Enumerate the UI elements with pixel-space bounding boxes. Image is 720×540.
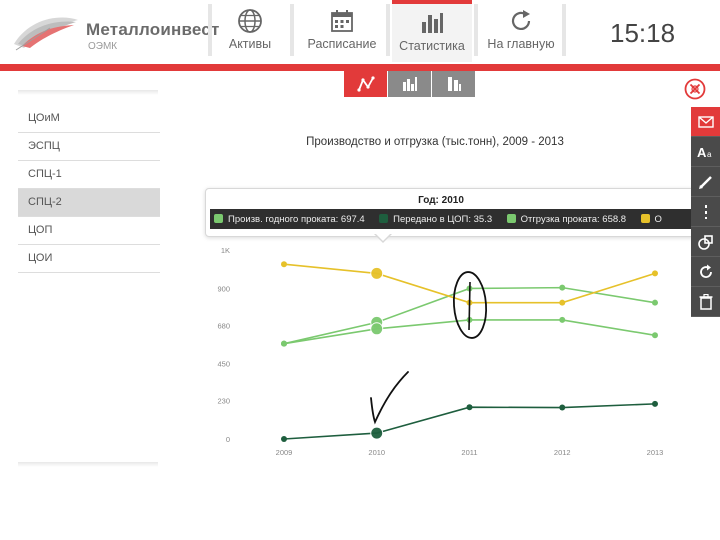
dashed-line-button[interactable] <box>691 197 720 227</box>
data-point <box>652 299 658 306</box>
x-tick-label: 2012 <box>554 448 571 457</box>
data-point <box>559 284 566 291</box>
shapes-button[interactable] <box>691 227 720 257</box>
shapes-icon <box>697 234 713 250</box>
data-point <box>281 340 287 347</box>
svg-text:A: A <box>697 145 707 159</box>
tooltip-item: Произв. годного проката: 697.4 <box>210 210 371 229</box>
mail-button[interactable] <box>691 107 720 137</box>
rotate-button[interactable] <box>691 257 720 287</box>
chart-tooltip: Год: 2010 Произв. годного проката: 697.4… <box>205 188 720 243</box>
tooltip-item: О <box>637 210 668 229</box>
tooltip-item-text: Отгрузка проката: 658.8 <box>520 214 627 225</box>
legend-swatch <box>640 214 650 223</box>
x-tick-label: 2010 <box>368 448 385 457</box>
data-point <box>281 436 287 442</box>
x-tick-label: 2013 <box>647 448 664 457</box>
data-point <box>370 426 384 440</box>
data-point <box>559 316 566 323</box>
data-point <box>370 266 384 280</box>
data-point <box>559 299 566 306</box>
mail-icon <box>697 115 714 128</box>
x-tick-label: 2009 <box>276 448 293 457</box>
y-tick-label: 680 <box>217 321 230 330</box>
tooltip-pointer-fill <box>375 233 391 241</box>
font-size-button[interactable]: Aa <box>691 137 720 167</box>
handwritten-checkmark <box>370 371 409 425</box>
tooltip-item: Отгрузка проката: 658.8 <box>503 210 633 229</box>
font-size-icon: Aa <box>697 145 712 159</box>
legend-swatch <box>379 214 389 223</box>
tooltip-values: Произв. годного проката: 697.4 Передано … <box>210 209 720 229</box>
rotate-icon <box>699 264 712 278</box>
data-point <box>370 322 384 336</box>
tooltip-item-text: Передано в ЦОП: 35.3 <box>393 214 493 225</box>
line-chart: 0 230 450 680 900 1K 2009 2010 2011 2012 2013 <box>217 246 664 457</box>
annotation-toolbar: Aa <box>691 107 720 317</box>
legend-swatch <box>506 214 516 223</box>
x-tick-label: 2011 <box>461 448 477 457</box>
tooltip-title: Год: 2010 <box>418 195 464 206</box>
tooltip-item-text: О <box>654 214 662 225</box>
data-point <box>281 261 287 268</box>
y-tick-label: 450 <box>217 360 230 369</box>
data-point <box>652 270 658 277</box>
y-tick-label: 230 <box>217 397 230 406</box>
tooltip-item-text: Произв. годного проката: 697.4 <box>228 214 365 225</box>
legend-swatch <box>214 214 223 223</box>
y-tick-label: 900 <box>217 284 230 293</box>
pen-icon <box>698 175 712 189</box>
data-point <box>652 400 658 407</box>
y-tick-label: 0 <box>226 435 230 444</box>
svg-text:a: a <box>707 150 712 159</box>
trash-icon <box>699 293 712 310</box>
data-point <box>466 404 473 411</box>
tooltip-item: Передано в ЦОП: 35.3 <box>375 210 498 229</box>
y-tick-label: 1K <box>221 246 230 255</box>
dashed-line-icon <box>704 204 707 219</box>
trash-button[interactable] <box>691 287 720 317</box>
handwritten-stroke-mark <box>468 281 471 331</box>
data-point <box>559 404 566 411</box>
pen-button[interactable] <box>691 167 720 197</box>
data-point <box>652 332 658 339</box>
